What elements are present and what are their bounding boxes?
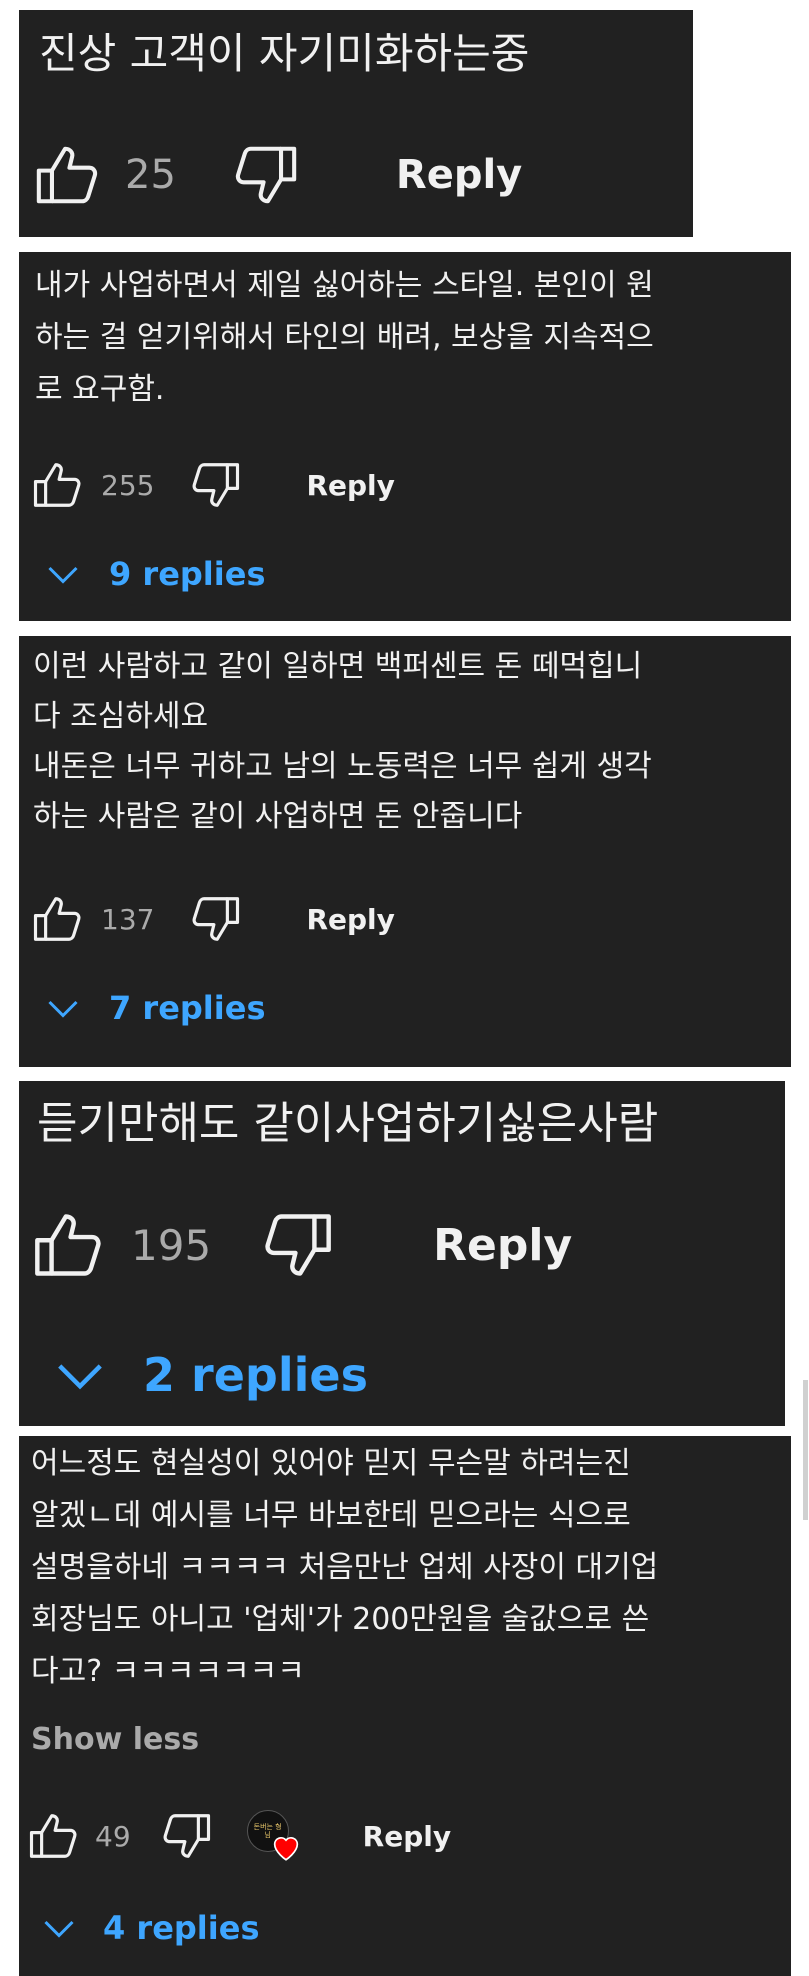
chevron-down-icon	[45, 556, 81, 592]
dislike-button[interactable]	[159, 1809, 213, 1863]
like-button[interactable]	[31, 458, 85, 512]
thumbs-up-icon	[35, 1214, 101, 1276]
comment-actions: 49 돈버는 형님 Reply	[27, 1808, 451, 1864]
comment-actions: 25 Reply	[33, 140, 522, 210]
dislike-button[interactable]	[188, 458, 242, 512]
show-less-button[interactable]: Show less	[31, 1722, 199, 1757]
like-button[interactable]	[27, 1809, 81, 1863]
thumbs-down-icon	[265, 1214, 332, 1276]
chevron-down-icon	[53, 1348, 107, 1402]
thumbs-up-icon	[33, 463, 81, 507]
thumbs-up-icon	[29, 1814, 77, 1858]
comment-actions: 255 Reply	[31, 458, 395, 512]
reply-button[interactable]: Reply	[396, 152, 522, 198]
comment-text: 듣기만해도 같이사업하기싫은사람	[37, 1098, 659, 1149]
comment-text: 진상 고객이 자기미화하는중	[39, 29, 530, 78]
like-count: 25	[125, 152, 176, 198]
dislike-button[interactable]	[230, 140, 300, 210]
thumbs-down-icon	[192, 463, 240, 507]
comment-card: 이런 사람하고 같이 일하면 백퍼센트 돈 떼먹힙니 다 조심하세요 내돈은 너…	[19, 636, 791, 1067]
creator-heart-badge: 돈버는 형님	[246, 1808, 305, 1864]
view-replies-button[interactable]: 9 replies	[45, 552, 265, 596]
like-count: 49	[95, 1819, 131, 1853]
like-count: 137	[101, 902, 155, 936]
reply-button[interactable]: Reply	[306, 469, 394, 502]
replies-count-label: 9 replies	[109, 555, 266, 593]
replies-count-label: 4 replies	[103, 1909, 260, 1947]
like-button[interactable]	[33, 140, 103, 210]
thumbs-up-icon	[36, 146, 98, 204]
comment-card: 진상 고객이 자기미화하는중 25 Reply	[19, 10, 693, 237]
like-count: 195	[131, 1220, 212, 1270]
reply-button[interactable]: Reply	[363, 1820, 451, 1853]
comment-card: 어느정도 현실성이 있어야 믿지 무슨말 하려는진 알겠ㄴ데 예시를 너무 바보…	[19, 1436, 791, 1976]
reply-button[interactable]: Reply	[433, 1220, 572, 1271]
like-button[interactable]	[31, 892, 85, 946]
replies-count-label: 2 replies	[143, 1348, 368, 1402]
like-button[interactable]	[31, 1207, 107, 1283]
reply-button[interactable]: Reply	[306, 903, 394, 936]
comment-actions: 195 Reply	[31, 1207, 572, 1283]
comment-actions: 137 Reply	[31, 892, 395, 946]
replies-count-label: 7 replies	[109, 989, 266, 1027]
dislike-button[interactable]	[188, 892, 242, 946]
comment-text: 어느정도 현실성이 있어야 믿지 무슨말 하려는진 알겠ㄴ데 예시를 너무 바보…	[31, 1446, 659, 1689]
scrollbar-edge	[803, 1380, 808, 1520]
comment-text: 내가 사업하면서 제일 싫어하는 스타일. 본인이 원 하는 걸 얻기위해서 타…	[35, 268, 654, 407]
comment-text: 이런 사람하고 같이 일하면 백퍼센트 돈 떼먹힙니 다 조심하세요 내돈은 너…	[33, 649, 652, 834]
like-count: 255	[101, 468, 155, 502]
thumbs-down-icon	[192, 897, 240, 941]
view-replies-button[interactable]: 2 replies	[53, 1343, 368, 1407]
thumbs-up-icon	[33, 897, 81, 941]
dislike-button[interactable]	[259, 1207, 335, 1283]
comment-card: 내가 사업하면서 제일 싫어하는 스타일. 본인이 원 하는 걸 얻기위해서 타…	[19, 252, 791, 621]
chevron-down-icon	[45, 990, 81, 1026]
view-replies-button[interactable]: 7 replies	[45, 986, 265, 1030]
comment-card: 듣기만해도 같이사업하기싫은사람 195 Reply 2 replies	[19, 1081, 785, 1426]
view-replies-button[interactable]: 4 replies	[41, 1906, 259, 1950]
thumbs-down-icon	[235, 146, 297, 204]
heart-icon	[273, 1836, 298, 1861]
thumbs-down-icon	[163, 1814, 210, 1858]
chevron-down-icon	[41, 1910, 77, 1946]
